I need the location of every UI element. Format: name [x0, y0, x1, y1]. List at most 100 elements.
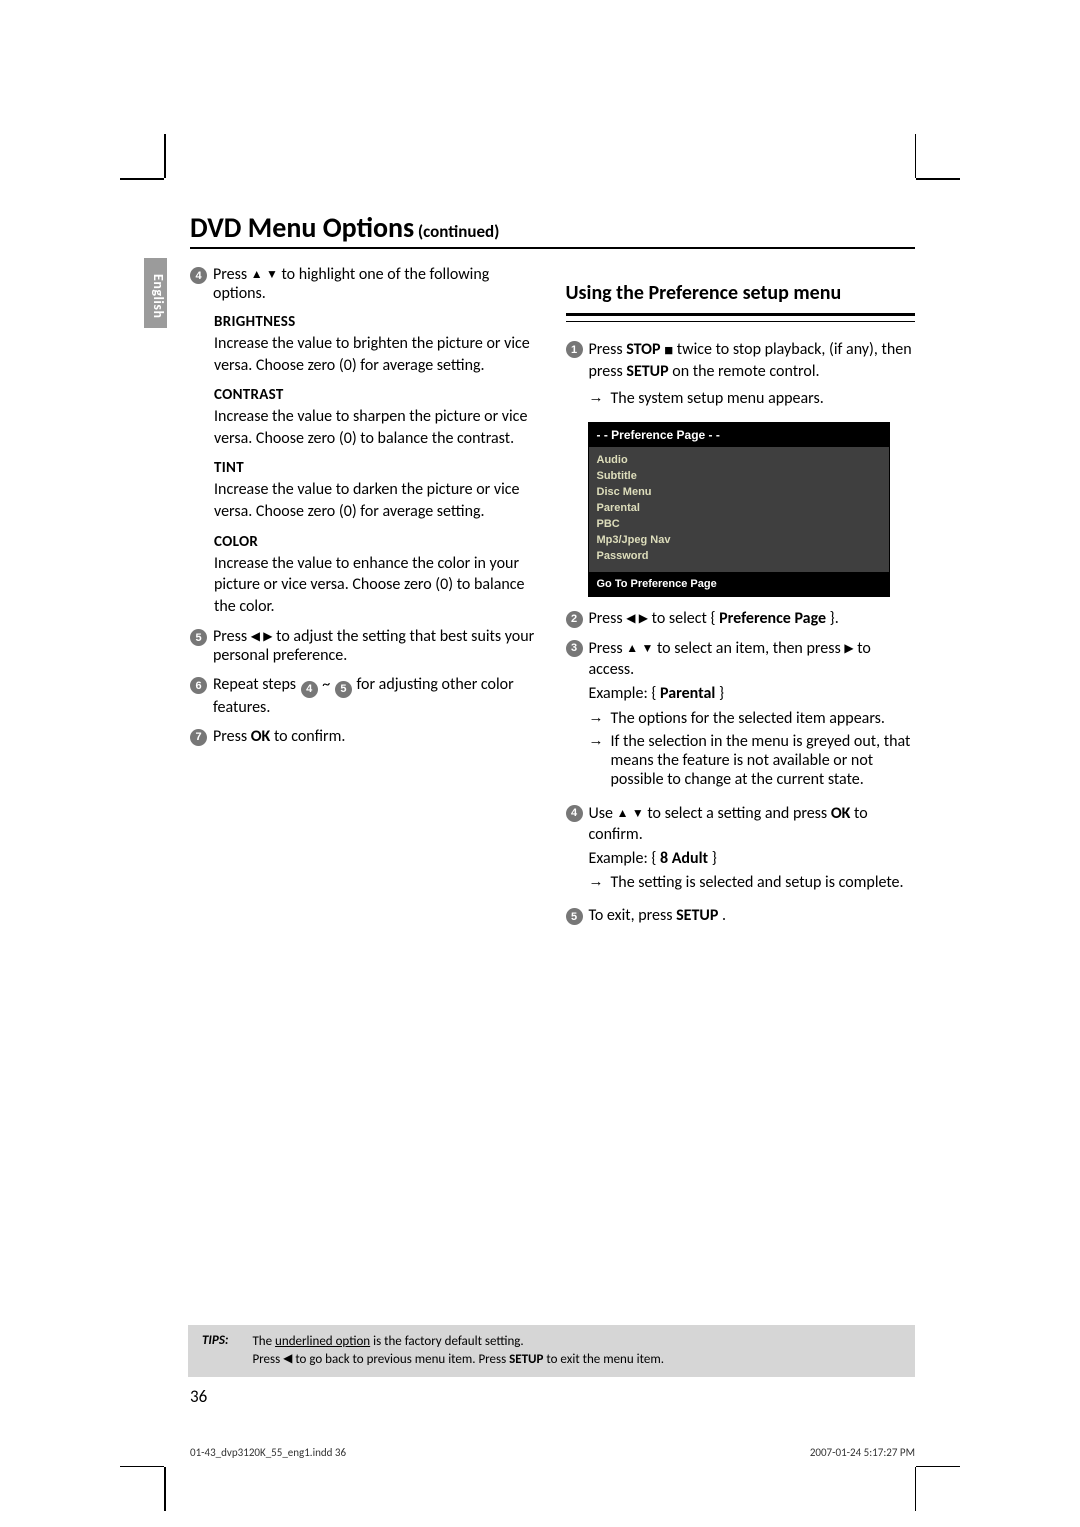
text: If the selection in the menu is greyed o… — [611, 732, 916, 789]
rule — [566, 313, 916, 319]
badge-7: 7 — [190, 729, 207, 746]
crop-mark — [164, 134, 166, 178]
color-head: COLOR — [214, 533, 540, 551]
osd-item: Parental — [597, 500, 881, 516]
osd-footer: Go To Preference Page — [589, 572, 889, 596]
text: Example: { — [589, 684, 660, 703]
osd-item: PBC — [597, 516, 881, 532]
text: to go back to previous menu item. Press — [295, 1352, 509, 1367]
badge-inline-5: 5 — [335, 681, 352, 698]
step-5r: 5 To exit, press SETUP . — [566, 906, 916, 925]
rule — [566, 321, 916, 323]
crop-mark — [915, 134, 917, 178]
underlined-option: underlined option — [275, 1334, 370, 1349]
crop-mark — [164, 1467, 166, 1511]
color-body: Increase the value to enhance the color … — [214, 553, 540, 618]
badge-4: 4 — [190, 267, 207, 284]
right-icon: ▶ — [844, 641, 853, 655]
step-2: 2 Press ◀ ▶ to select { Preference Page … — [566, 609, 916, 628]
left-icon: ◀ — [283, 1351, 292, 1365]
setup-label: SETUP — [509, 1352, 543, 1367]
text: } — [712, 849, 717, 868]
crop-mark — [916, 1466, 960, 1468]
ok-label: OK — [831, 804, 851, 823]
osd-body: Audio Subtitle Disc Menu Parental PBC Mp… — [589, 447, 889, 572]
text: to select { — [652, 609, 720, 628]
step-5: 5 Press ◀ ▶ to adjust the setting that b… — [190, 627, 540, 665]
osd-screenshot: - - Preference Page - - Audio Subtitle D… — [588, 422, 890, 597]
text: Example: { — [589, 849, 660, 868]
title-main: DVD Menu Options — [190, 210, 414, 245]
badge-1: 1 — [566, 341, 583, 358]
badge-4: 4 — [566, 805, 583, 822]
pref-heading: Using the Preference setup menu — [566, 281, 916, 305]
text: Use — [589, 804, 617, 823]
text: Press — [213, 727, 251, 746]
text: Press — [213, 627, 251, 646]
preference-page-label: Preference Page — [719, 609, 826, 628]
step-4r: 4 Use ▲ ▼ to select a setting and press … — [566, 803, 916, 897]
text: on the remote control. — [672, 362, 819, 381]
stop-icon: ■ — [664, 342, 673, 359]
osd-title: - - Preference Page - - — [589, 423, 889, 447]
brightness-head: BRIGHTNESS — [214, 313, 540, 331]
badge-5: 5 — [566, 908, 583, 925]
text: to select an item, then press — [657, 639, 844, 658]
contrast-body: Increase the value to sharpen the pictur… — [214, 406, 540, 449]
osd-item: Mp3/Jpeg Nav — [597, 532, 881, 548]
title-continued: (continued) — [418, 221, 500, 242]
tips-box: TIPS: The underlined option is the facto… — [188, 1325, 915, 1377]
up-down-icon: ▲ ▼ — [626, 641, 653, 655]
badge-inline-4: 4 — [301, 681, 318, 698]
ok-label: OK — [251, 727, 271, 746]
text: } — [719, 684, 724, 703]
left-column: 4 Press ▲ ▼ to highlight one of the foll… — [190, 265, 540, 935]
up-down-icon: ▲ ▼ — [617, 806, 644, 820]
badge-3: 3 — [566, 640, 583, 657]
right-column: Using the Preference setup menu 1 Press … — [566, 265, 916, 935]
contrast-head: CONTRAST — [214, 386, 540, 404]
columns: 4 Press ▲ ▼ to highlight one of the foll… — [190, 265, 915, 935]
text: Press — [589, 609, 627, 628]
tint-head: TINT — [214, 459, 540, 477]
text: Press — [213, 265, 251, 284]
osd-item: Disc Menu — [597, 484, 881, 500]
badge-5: 5 — [190, 629, 207, 646]
text: Press — [589, 639, 627, 658]
manual-page: English DVD Menu Options (continued) 4 P… — [0, 0, 1080, 1527]
badge-6: 6 — [190, 677, 207, 694]
osd-item: Audio — [597, 452, 881, 468]
crop-mark — [120, 1466, 164, 1468]
stop-label: STOP — [626, 340, 660, 359]
page-title: DVD Menu Options (continued) — [190, 210, 915, 249]
tips-body: The underlined option is the factory def… — [252, 1333, 901, 1369]
osd-item: Subtitle — [597, 468, 881, 484]
step-3: 3 Press ▲ ▼ to select an item, then pres… — [566, 638, 916, 793]
step-6: 6 Repeat steps 4 ~ 5 for adjusting other… — [190, 675, 540, 717]
crop-mark — [120, 178, 164, 180]
crop-mark — [916, 178, 960, 180]
setup-label: SETUP — [676, 906, 718, 925]
arrow-icon: → — [589, 732, 607, 789]
text: to confirm. — [274, 727, 346, 746]
up-down-icon: ▲ ▼ — [251, 267, 278, 281]
left-right-icon: ◀ ▶ — [626, 611, 648, 625]
arrow-icon: → — [589, 709, 607, 728]
crop-mark — [915, 1467, 917, 1511]
language-tab: English — [144, 258, 167, 328]
text: Press — [589, 340, 627, 359]
text: The options for the selected item appear… — [611, 709, 885, 728]
footer-timestamp: 2007-01-24 5:17:27 PM — [810, 1446, 915, 1459]
text: . — [722, 906, 726, 925]
text: The — [252, 1334, 275, 1349]
arrow-icon: → — [589, 389, 607, 408]
step-1: 1 Press STOP ■ twice to stop playback, (… — [566, 339, 916, 412]
page-number: 36 — [190, 1386, 207, 1407]
tips-label: TIPS: — [202, 1333, 228, 1369]
text: ~ — [322, 675, 330, 694]
text: Repeat steps — [213, 675, 300, 694]
text: The system setup menu appears. — [611, 389, 824, 408]
text: }. — [830, 609, 839, 628]
step-7: 7 Press OK to confirm. — [190, 727, 540, 746]
tint-body: Increase the value to darken the picture… — [214, 479, 540, 522]
